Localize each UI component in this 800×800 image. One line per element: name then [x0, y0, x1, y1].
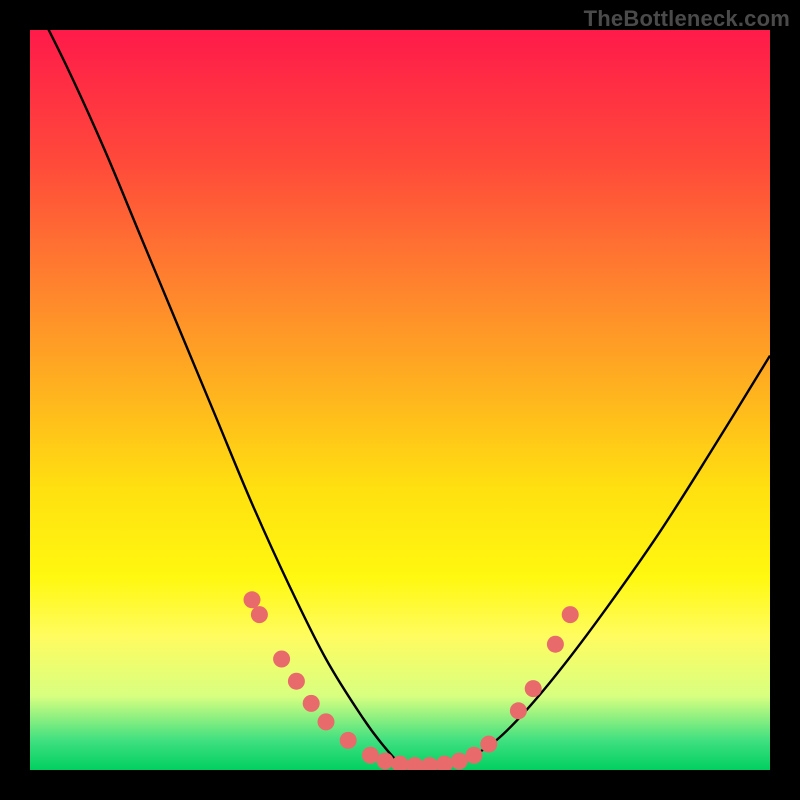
bottleneck-curve [30, 30, 770, 767]
highlight-dot [303, 695, 320, 712]
highlight-dot [377, 753, 394, 770]
highlight-dot [436, 756, 453, 770]
highlight-dot [406, 757, 423, 770]
highlight-dot [251, 606, 268, 623]
chart-frame: TheBottleneck.com [0, 0, 800, 800]
watermark-text: TheBottleneck.com [584, 6, 790, 32]
curve-path [30, 30, 770, 767]
highlight-dot [362, 747, 379, 764]
highlight-dot [547, 636, 564, 653]
highlight-dot [466, 747, 483, 764]
highlight-dot [340, 732, 357, 749]
chart-svg [30, 30, 770, 770]
highlight-dots [244, 591, 579, 770]
highlight-dot [510, 702, 527, 719]
chart-plot-area [30, 30, 770, 770]
highlight-dot [318, 713, 335, 730]
highlight-dot [525, 680, 542, 697]
highlight-dot [451, 753, 468, 770]
highlight-dot [480, 736, 497, 753]
highlight-dot [562, 606, 579, 623]
highlight-dot [273, 651, 290, 668]
highlight-dot [288, 673, 305, 690]
highlight-dot [244, 591, 261, 608]
highlight-dot [421, 757, 438, 770]
